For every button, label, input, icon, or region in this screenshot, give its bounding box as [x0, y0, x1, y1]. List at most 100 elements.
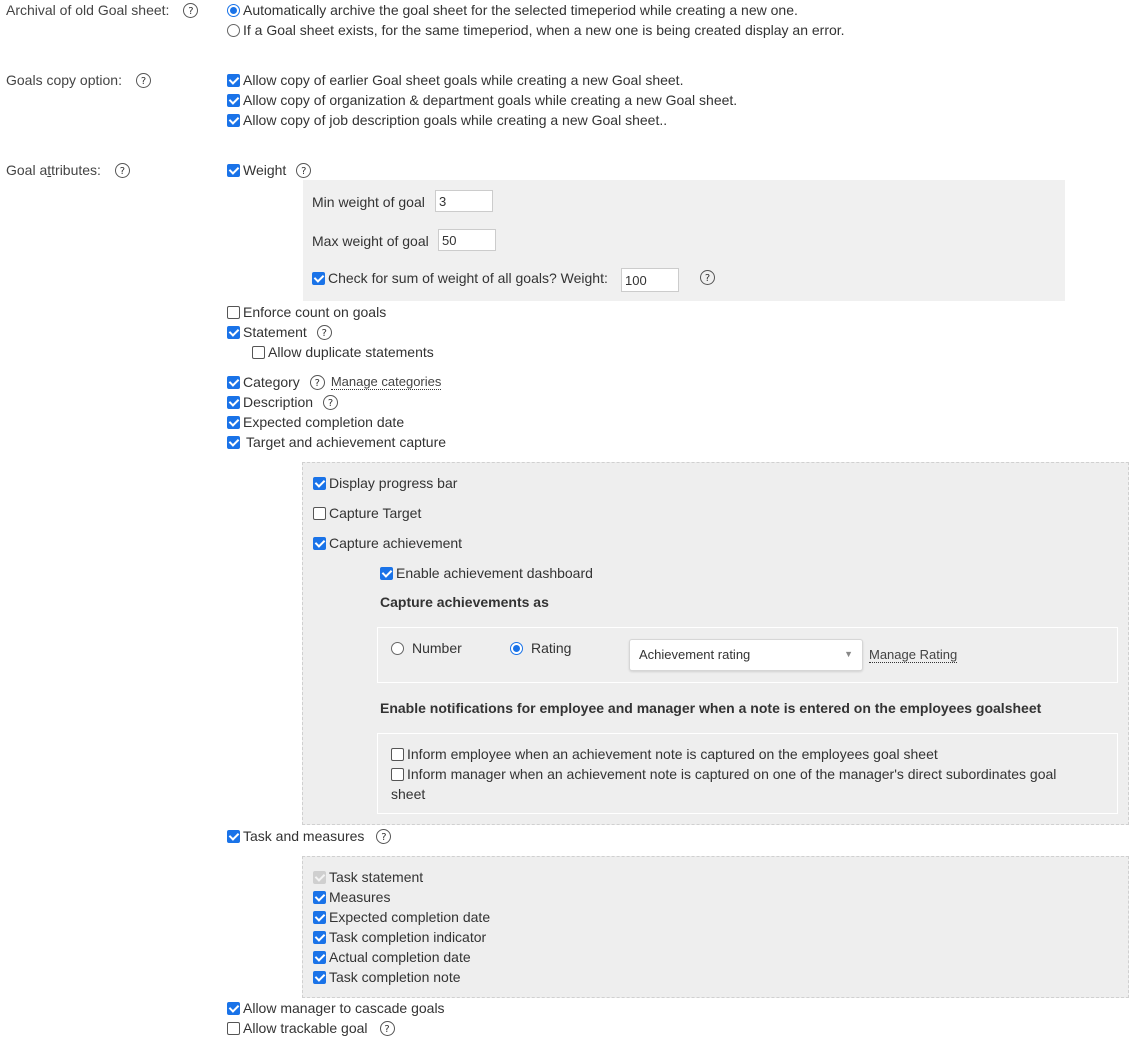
checkbox-checked-icon[interactable] [227, 829, 240, 843]
allow-duplicate-label: Allow duplicate statements [268, 344, 434, 360]
checkbox-checked-icon[interactable] [227, 415, 240, 429]
weight-option[interactable]: Weight ? [227, 160, 312, 180]
help-icon[interactable]: ? [183, 2, 199, 18]
capture-as-rating-option[interactable]: Rating [510, 638, 571, 658]
description-option[interactable]: Description ? [227, 392, 339, 412]
capture-as-heading: Capture achievements as [380, 594, 549, 610]
checkbox-checked-icon[interactable] [227, 93, 240, 107]
checkbox-checked-icon[interactable] [227, 163, 240, 177]
notify-employee-option[interactable]: Inform employee when an achievement note… [391, 744, 938, 764]
checkbox-checked-icon[interactable] [313, 890, 326, 904]
help-icon[interactable]: ? [323, 394, 339, 410]
checkbox-checked-icon[interactable] [313, 536, 326, 550]
radio-unselected-icon[interactable] [227, 23, 240, 37]
copy-option-earlier[interactable]: Allow copy of earlier Goal sheet goals w… [227, 70, 683, 90]
checkbox-checked-icon[interactable] [227, 73, 240, 87]
max-weight-input[interactable] [438, 229, 496, 251]
radio-selected-icon[interactable] [227, 3, 240, 17]
sum-weight-label: Check for sum of weight of all goals? We… [328, 270, 608, 286]
task-completion-note-option[interactable]: Task completion note [313, 967, 461, 987]
checkbox-unchecked-icon[interactable] [391, 767, 404, 781]
checkbox-checked-icon[interactable] [227, 375, 240, 389]
cascade-option[interactable]: Allow manager to cascade goals [227, 998, 445, 1018]
checkbox-checked-icon[interactable] [313, 476, 326, 490]
actual-completion-option[interactable]: Actual completion date [313, 947, 471, 967]
copy-option-label: Allow copy of organization & department … [243, 92, 738, 108]
enable-dashboard-label: Enable achievement dashboard [396, 565, 593, 581]
capture-as-number-option[interactable]: Number [391, 638, 462, 658]
expected-completion-label: Expected completion date [243, 414, 405, 430]
copy-option-jd[interactable]: Allow copy of job description goals whil… [227, 110, 667, 130]
allow-duplicate-option[interactable]: Allow duplicate statements [252, 342, 434, 362]
rating-select[interactable]: Achievement rating ▼ [629, 639, 863, 671]
capture-achievement-label: Capture achievement [329, 535, 463, 551]
min-weight-input[interactable] [435, 190, 493, 212]
checkbox-unchecked-icon[interactable] [252, 345, 265, 359]
copy-option-label: Allow copy of earlier Goal sheet goals w… [243, 72, 684, 88]
max-weight-row: Max weight of goal [312, 231, 429, 251]
archival-option-label: If a Goal sheet exists, for the same tim… [243, 22, 845, 38]
expected-completion-option[interactable]: Expected completion date [227, 412, 404, 432]
help-icon[interactable]: ? [316, 324, 332, 340]
checkbox-checked-icon[interactable] [227, 395, 240, 409]
help-icon[interactable]: ? [309, 374, 325, 390]
task-option-label: Task completion indicator [329, 929, 487, 945]
copy-option-label: Allow copy of job description goals whil… [243, 112, 668, 128]
capture-achievement-option[interactable]: Capture achievement [313, 533, 462, 553]
enforce-count-option[interactable]: Enforce count on goals [227, 302, 386, 322]
help-icon[interactable]: ? [135, 72, 151, 88]
help-icon[interactable]: ? [379, 1020, 395, 1036]
checkbox-checked-icon[interactable] [312, 271, 325, 285]
manage-categories-link[interactable]: Manage categories [330, 374, 442, 390]
task-measures-option[interactable]: Task and measures ? [227, 826, 392, 846]
manage-rating-link[interactable]: Manage Rating [869, 647, 958, 663]
trackable-label: Allow trackable goal [243, 1020, 368, 1036]
target-achievement-option[interactable]: Target and achievement capture [227, 432, 446, 452]
help-icon[interactable]: ? [114, 162, 130, 178]
notify-manager-option[interactable]: Inform manager when an achievement note … [391, 764, 1056, 784]
task-option-label: Task completion note [329, 969, 461, 985]
statement-label: Statement [243, 324, 307, 340]
copy-label-row: Goals copy option: ? [6, 70, 151, 90]
display-progress-label: Display progress bar [329, 475, 458, 491]
checkbox-unchecked-icon[interactable] [391, 747, 404, 761]
copy-option-org[interactable]: Allow copy of organization & department … [227, 90, 737, 110]
checkbox-checked-icon[interactable] [313, 950, 326, 964]
checkbox-unchecked-icon[interactable] [313, 506, 326, 520]
task-completion-indicator-option[interactable]: Task completion indicator [313, 927, 486, 947]
archival-option-auto[interactable]: Automatically archive the goal sheet for… [227, 0, 798, 20]
task-option-label: Expected completion date [329, 909, 491, 925]
checkbox-checked-icon[interactable] [313, 930, 326, 944]
category-label: Category [243, 374, 300, 390]
number-label: Number [412, 640, 462, 656]
checkbox-checked-icon[interactable] [380, 566, 393, 580]
task-expected-completion-option[interactable]: Expected completion date [313, 907, 490, 927]
enable-dashboard-option[interactable]: Enable achievement dashboard [380, 563, 593, 583]
checkbox-checked-icon[interactable] [227, 435, 240, 449]
checkbox-checked-icon[interactable] [227, 1001, 240, 1015]
help-icon[interactable]: ? [700, 270, 715, 285]
checkbox-unchecked-icon[interactable] [227, 1021, 240, 1035]
trackable-option[interactable]: Allow trackable goal ? [227, 1018, 395, 1038]
radio-selected-icon[interactable] [510, 641, 523, 655]
checkbox-checked-icon[interactable] [227, 325, 240, 339]
help-icon[interactable]: ? [376, 828, 392, 844]
description-label: Description [243, 394, 314, 410]
category-option[interactable]: Category ? Manage categories [227, 372, 442, 392]
help-icon[interactable]: ? [296, 162, 312, 178]
archival-option-error[interactable]: If a Goal sheet exists, for the same tim… [227, 20, 845, 40]
archival-label-row: Archival of old Goal sheet: ? [6, 0, 199, 20]
chevron-down-icon: ▼ [844, 649, 853, 659]
radio-unselected-icon[interactable] [391, 641, 404, 655]
sum-weight-option[interactable]: Check for sum of weight of all goals? We… [312, 268, 608, 288]
copy-label: Goals copy option: [6, 72, 122, 88]
measures-option[interactable]: Measures [313, 887, 390, 907]
sum-weight-input[interactable] [621, 268, 679, 292]
checkbox-checked-icon[interactable] [313, 910, 326, 924]
display-progress-option[interactable]: Display progress bar [313, 473, 457, 493]
checkbox-checked-icon[interactable] [227, 113, 240, 127]
checkbox-checked-icon[interactable] [313, 970, 326, 984]
statement-option[interactable]: Statement ? [227, 322, 332, 342]
capture-target-option[interactable]: Capture Target [313, 503, 421, 523]
checkbox-unchecked-icon[interactable] [227, 305, 240, 319]
